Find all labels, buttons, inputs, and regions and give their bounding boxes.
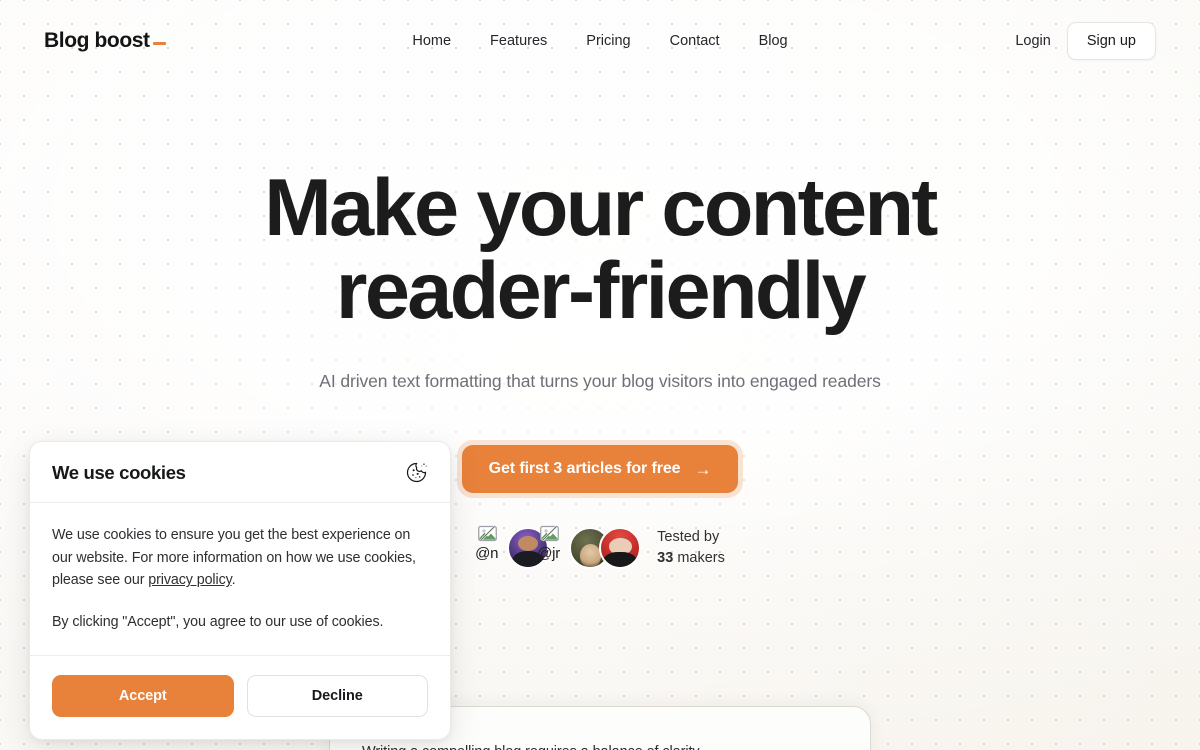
main-navigation: Home Features Pricing Contact Blog (412, 33, 787, 49)
logo-cursor-icon (152, 42, 166, 45)
nav-item-pricing[interactable]: Pricing (586, 33, 630, 49)
tested-by-label: Tested by (657, 529, 720, 546)
login-link[interactable]: Login (1015, 33, 1050, 49)
broken-image-icon (540, 526, 560, 542)
nav-item-features[interactable]: Features (490, 33, 547, 49)
site-header: Blog boost Home Features Pricing Contact… (0, 0, 1200, 82)
privacy-policy-link[interactable]: privacy policy (148, 572, 231, 588)
page-title: Make your content reader-friendly (150, 168, 1050, 336)
broken-image-icon (478, 526, 498, 542)
avatar-3-alt-text: @jr (537, 545, 561, 563)
headline-line-1: Make your content (264, 163, 938, 253)
article-preview-text: Writing a compelling blog requires a bal… (362, 741, 838, 750)
nav-item-blog[interactable]: Blog (759, 33, 788, 49)
cookie-consent-dialog: We use cookies We use cookies to ensure … (29, 441, 451, 741)
accept-cookies-button[interactable]: Accept (52, 675, 234, 718)
nav-item-contact[interactable]: Contact (670, 33, 720, 49)
avatar-5 (599, 527, 642, 570)
makers-count-line: 33 makers (657, 548, 725, 569)
social-proof-text: Tested by 33 makers (657, 527, 725, 569)
cookie-paragraph-2: By clicking "Accept", you agree to our u… (52, 613, 384, 630)
nav-item-home[interactable]: Home (412, 33, 451, 49)
headline-line-2: reader-friendly (335, 245, 867, 336)
sign-up-button[interactable]: Sign up (1066, 22, 1156, 60)
cookie-dialog-body: We use cookies to ensure you get the bes… (30, 503, 450, 657)
avatar-group: @n @jr (475, 526, 642, 570)
get-first-3-articles-button[interactable]: Get first 3 articles for free → (461, 445, 739, 494)
cookie-dialog-title: We use cookies (52, 461, 186, 483)
header-actions: Login Sign up (1015, 22, 1156, 60)
cookie-paragraph-1-after: . (231, 572, 236, 589)
logo[interactable]: Blog boost (44, 29, 166, 53)
decline-cookies-button[interactable]: Decline (246, 675, 428, 718)
makers-label: makers (677, 550, 725, 567)
cookie-paragraph-1: We use cookies to ensure you get the bes… (52, 524, 428, 592)
cookie-dialog-actions: Accept Decline (30, 656, 450, 739)
arrow-right-icon: → (694, 459, 712, 479)
cookie-icon (406, 462, 427, 483)
cta-label: Get first 3 articles for free (488, 460, 681, 478)
avatar-1-alt-text: @n (475, 545, 499, 563)
logo-text: Blog boost (44, 29, 150, 52)
makers-count: 33 (657, 550, 674, 567)
hero-subheadline: AI driven text formatting that turns you… (319, 371, 881, 392)
cookie-dialog-header: We use cookies (30, 442, 450, 503)
